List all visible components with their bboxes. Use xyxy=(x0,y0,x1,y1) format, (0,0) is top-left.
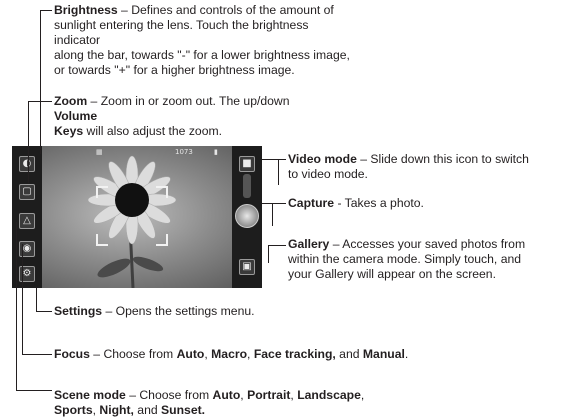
video-mode-annotation: Video mode – Slide down this icon to swi… xyxy=(288,152,529,181)
video-mode-slider[interactable] xyxy=(243,174,251,198)
photo-counter: 1073 xyxy=(175,148,193,156)
storage-icon: ▦ xyxy=(96,148,103,156)
scene-mode-icon[interactable]: △ xyxy=(19,213,35,229)
zoom-annotation: Zoom – Zoom in or zoom out. The up/down … xyxy=(54,94,290,138)
gallery-annotation: Gallery – Accesses your saved photos fro… xyxy=(288,237,526,281)
capture-icon[interactable] xyxy=(235,204,259,228)
right-toolbar: ■ ▣ xyxy=(232,146,262,288)
camera-icon[interactable]: ■ xyxy=(239,156,255,172)
battery-icon: ▮ xyxy=(214,148,218,156)
brightness-annotation: Brightness – Defines and controls of the… xyxy=(54,3,350,77)
focus-annotation: Focus – Choose from Auto, Macro, Face tr… xyxy=(54,347,409,361)
settings-annotation: Settings – Opens the settings menu. xyxy=(54,304,255,318)
scene-mode-annotation: Scene mode – Choose from Auto, Portrait,… xyxy=(54,388,365,417)
gallery-icon[interactable]: ▣ xyxy=(239,259,255,275)
capture-annotation: Capture - Takes a photo. xyxy=(288,196,424,210)
camera-viewfinder: ▦ 1073 ▮ ◐ ▢ △ ◉ ⚙ ■ ▣ xyxy=(12,146,262,288)
focus-frame xyxy=(96,186,168,246)
zoom-icon[interactable]: ▢ xyxy=(19,184,35,200)
brightness-icon[interactable]: ◐ xyxy=(19,156,35,172)
